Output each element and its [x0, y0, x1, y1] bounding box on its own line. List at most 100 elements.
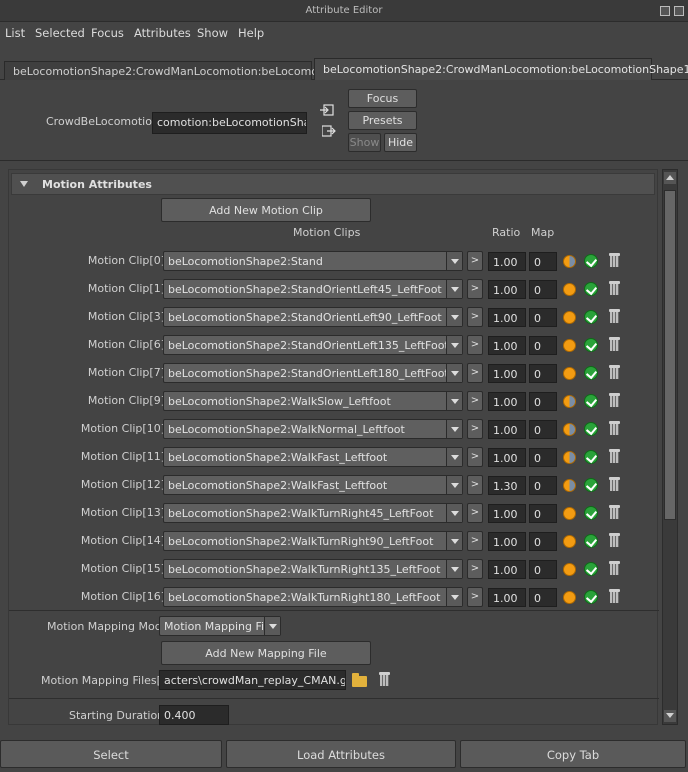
float-window-icon[interactable]	[660, 6, 670, 16]
motion-clip-select[interactable]: beLocomotionShape2:WalkNormal_Leftfoot	[163, 419, 463, 439]
chevron-down-icon[interactable]	[446, 588, 462, 606]
select-button[interactable]: Select	[0, 740, 222, 768]
motion-clip-select[interactable]: beLocomotionShape2:WalkTurnRight90_LeftF…	[163, 531, 463, 551]
check-icon[interactable]	[584, 338, 598, 352]
chevron-down-icon[interactable]	[446, 476, 462, 494]
go-to-clip-button[interactable]: >	[467, 587, 483, 607]
ratio-field[interactable]: 1.00	[488, 560, 526, 579]
tab-belocomotionshape1[interactable]: beLocomotionShape2:CrowdManLocomotion:be…	[314, 58, 688, 80]
close-window-icon[interactable]	[674, 6, 684, 16]
chevron-down-icon[interactable]	[446, 532, 462, 550]
go-to-clip-button[interactable]: >	[467, 307, 483, 327]
menu-focus[interactable]: Focus	[91, 26, 124, 40]
map-field[interactable]: 0	[529, 448, 557, 467]
ratio-field[interactable]: 1.00	[488, 280, 526, 299]
clip-status-icon[interactable]	[563, 451, 576, 464]
clip-status-icon[interactable]	[563, 367, 576, 380]
check-icon[interactable]	[584, 534, 598, 548]
chevron-down-icon[interactable]	[446, 392, 462, 410]
show-button[interactable]: Show	[348, 133, 381, 152]
go-to-clip-button[interactable]: >	[467, 531, 483, 551]
check-icon[interactable]	[584, 310, 598, 324]
chevron-down-icon[interactable]	[264, 617, 280, 635]
ratio-field[interactable]: 1.00	[488, 392, 526, 411]
node-name-field[interactable]: comotion:beLocomotionShape1	[152, 112, 307, 134]
map-field[interactable]: 0	[529, 252, 557, 271]
menu-show[interactable]: Show	[197, 26, 228, 40]
trash-icon[interactable]	[609, 561, 620, 575]
map-field[interactable]: 0	[529, 336, 557, 355]
go-to-clip-button[interactable]: >	[467, 447, 483, 467]
ratio-field[interactable]: 1.00	[488, 336, 526, 355]
trash-icon[interactable]	[609, 533, 620, 547]
map-field[interactable]: 0	[529, 420, 557, 439]
motion-clip-select[interactable]: beLocomotionShape2:WalkFast_Leftfoot	[163, 447, 463, 467]
chevron-down-icon[interactable]	[446, 336, 462, 354]
add-mapping-file-button[interactable]: Add New Mapping File	[161, 641, 371, 665]
scroll-up-icon[interactable]	[664, 172, 676, 184]
go-to-clip-button[interactable]: >	[467, 475, 483, 495]
trash-icon[interactable]	[609, 589, 620, 603]
map-field[interactable]: 0	[529, 392, 557, 411]
check-icon[interactable]	[584, 478, 598, 492]
go-to-clip-button[interactable]: >	[467, 391, 483, 411]
check-icon[interactable]	[584, 450, 598, 464]
mapping-mode-select[interactable]: Motion Mapping File	[159, 616, 281, 636]
menu-selected[interactable]: Selected	[35, 26, 85, 40]
focus-button[interactable]: Focus	[348, 89, 417, 108]
trash-icon[interactable]	[379, 672, 390, 686]
chevron-down-icon[interactable]	[446, 448, 462, 466]
trash-icon[interactable]	[609, 253, 620, 267]
trash-icon[interactable]	[609, 477, 620, 491]
menu-help[interactable]: Help	[238, 26, 264, 40]
hide-button[interactable]: Hide	[384, 133, 417, 152]
map-field[interactable]: 0	[529, 504, 557, 523]
menu-list[interactable]: List	[5, 26, 25, 40]
trash-icon[interactable]	[609, 449, 620, 463]
trash-icon[interactable]	[609, 393, 620, 407]
scrollbar-thumb[interactable]	[664, 190, 676, 520]
motion-clip-select[interactable]: beLocomotionShape2:WalkTurnRight180_Left…	[163, 587, 463, 607]
ratio-field[interactable]: 1.00	[488, 504, 526, 523]
check-icon[interactable]	[584, 254, 598, 268]
clip-status-icon[interactable]	[563, 535, 576, 548]
map-field[interactable]: 0	[529, 560, 557, 579]
output-connection-icon[interactable]	[321, 125, 336, 137]
check-icon[interactable]	[584, 282, 598, 296]
ratio-field[interactable]: 1.00	[488, 364, 526, 383]
chevron-down-icon[interactable]	[446, 504, 462, 522]
ratio-field[interactable]: 1.00	[488, 252, 526, 271]
map-field[interactable]: 0	[529, 364, 557, 383]
trash-icon[interactable]	[609, 421, 620, 435]
vertical-scrollbar[interactable]	[662, 169, 678, 725]
collapse-triangle-icon[interactable]	[20, 181, 28, 187]
clip-status-icon[interactable]	[563, 563, 576, 576]
add-motion-clip-button[interactable]: Add New Motion Clip	[161, 198, 371, 222]
check-icon[interactable]	[584, 394, 598, 408]
input-connection-icon[interactable]	[320, 104, 334, 116]
go-to-clip-button[interactable]: >	[467, 559, 483, 579]
go-to-clip-button[interactable]: >	[467, 363, 483, 383]
clip-status-icon[interactable]	[563, 507, 576, 520]
ratio-field[interactable]: 1.00	[488, 532, 526, 551]
go-to-clip-button[interactable]: >	[467, 279, 483, 299]
trash-icon[interactable]	[609, 337, 620, 351]
motion-clip-select[interactable]: beLocomotionShape2:WalkTurnRight45_LeftF…	[163, 503, 463, 523]
clip-status-icon[interactable]	[563, 255, 576, 268]
trash-icon[interactable]	[609, 281, 620, 295]
map-field[interactable]: 0	[529, 308, 557, 327]
chevron-down-icon[interactable]	[446, 364, 462, 382]
folder-icon[interactable]	[352, 673, 367, 687]
clip-status-icon[interactable]	[563, 423, 576, 436]
go-to-clip-button[interactable]: >	[467, 251, 483, 271]
go-to-clip-button[interactable]: >	[467, 335, 483, 355]
clip-status-icon[interactable]	[563, 479, 576, 492]
check-icon[interactable]	[584, 366, 598, 380]
ratio-field[interactable]: 1.00	[488, 448, 526, 467]
clip-status-icon[interactable]	[563, 395, 576, 408]
copy-tab-button[interactable]: Copy Tab	[460, 740, 686, 768]
clip-status-icon[interactable]	[563, 283, 576, 296]
trash-icon[interactable]	[609, 365, 620, 379]
tab-belocomotion1[interactable]: beLocomotionShape2:CrowdManLocomotion:be…	[4, 61, 346, 80]
motion-clip-select[interactable]: beLocomotionShape2:WalkTurnRight135_Left…	[163, 559, 463, 579]
